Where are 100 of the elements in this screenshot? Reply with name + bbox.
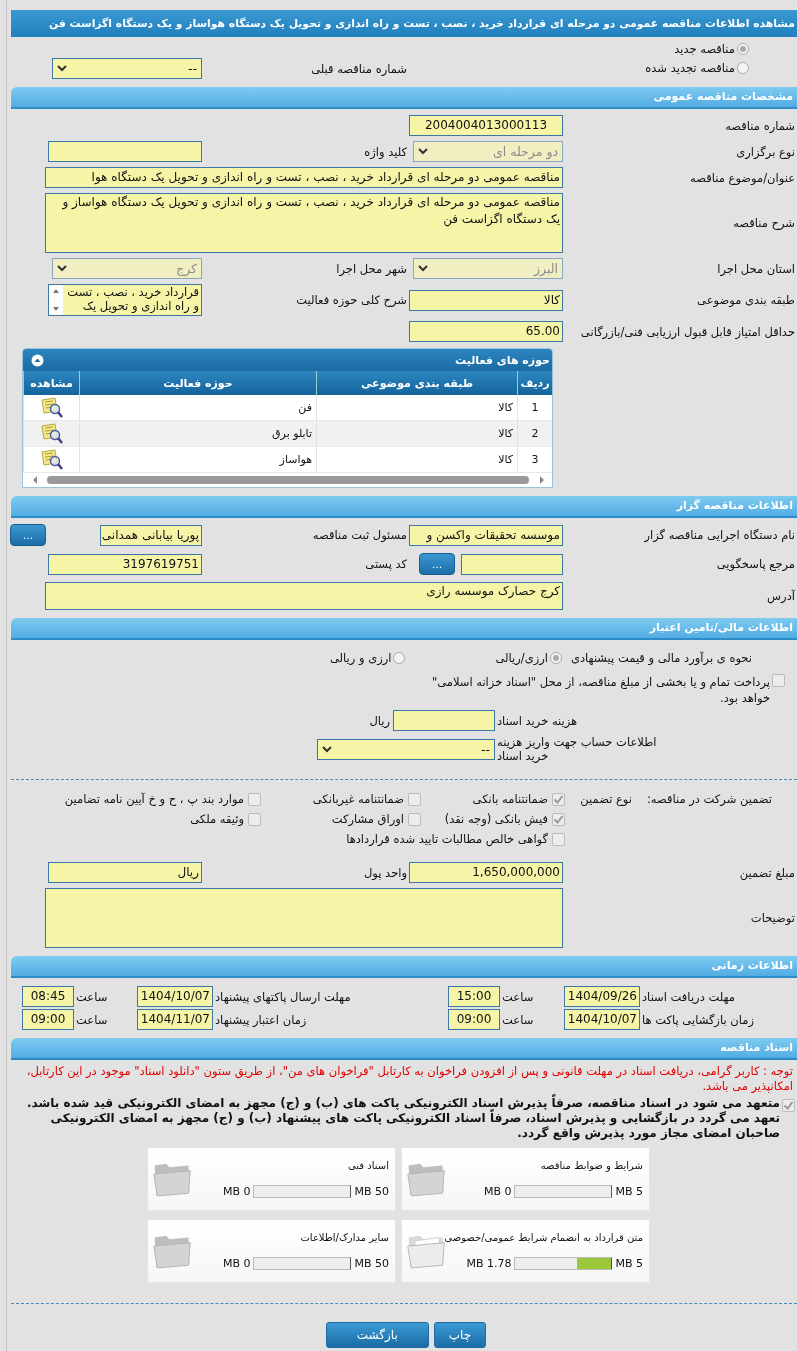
- input-field[interactable]: ریال: [48, 862, 202, 883]
- size-used: 0 MB: [483, 1185, 512, 1198]
- action-button[interactable]: چاپ: [433, 1322, 487, 1348]
- field-label: هزینه خرید اسناد: [496, 713, 579, 728]
- input-field[interactable]: پوریا بیابانی همدانی: [100, 524, 202, 546]
- file-title: شرایط و ضوابط مناقصه: [539, 1160, 643, 1171]
- commitment-text: متعهد می شود در اسناد مناقصه، صرفاً پذیرش اسناد الکترونیکی پاکت های (ب) و (ج) مجهز به امضای الکترونیکی قید شده باشد. تعهد می گردد در بازگشایی و پذیرش اسناد، صرفاً اسناد الکترونیکی پاکت های پیشنهاد (ب) و (ج) مجهز به امضای الکترونیکی صاحبان امضای مجاز مورد پذیرش واقع گردد.: [26, 1096, 780, 1141]
- size-used: 0 MB: [222, 1185, 251, 1198]
- table-cell: 3: [517, 446, 552, 473]
- field-label: زمان اعتبار پیشنهاد: [214, 1012, 308, 1027]
- field-label: ساعت: [501, 989, 535, 1004]
- radio-option[interactable]: مناقصه تجدید شده: [645, 60, 749, 75]
- column-header[interactable]: حوزه فعالیت: [79, 371, 317, 395]
- radio-option[interactable]: مناقصه جدید: [674, 42, 749, 56]
- radio-option[interactable]: ارزی/ریالی: [495, 651, 562, 665]
- field-label: آدرس: [766, 589, 796, 603]
- field-label: مهلت دریافت اسناد: [641, 989, 736, 1004]
- select-field[interactable]: --: [317, 738, 495, 760]
- time-field[interactable]: 15:00: [448, 986, 500, 1007]
- date-field[interactable]: 1404/11/07: [137, 1009, 213, 1030]
- field-label: واحد پول: [362, 865, 408, 880]
- table-cell: تابلو برق: [79, 420, 317, 447]
- field-label: عنوان/موضوع مناقصه: [689, 170, 796, 185]
- action-button[interactable]: بازگشت: [325, 1322, 429, 1348]
- field-label: حداقل امتیاز قابل قبول ارزیابی فنی/بازرگانی: [579, 324, 796, 339]
- text-area[interactable]: مناقصه عمومی دو مرحله ای قرارداد خرید ، نصب ، تست و راه اندازی و تحویل یک دستگاه هواساز و یک دستگاه اگزاست فن: [45, 193, 563, 253]
- size-limit: 5 MB: [615, 1257, 643, 1270]
- notice-text: توجه : کاربر گرامی، دریافت اسناد در مهلت قانونی و پس از افزودن فراخوان به کارتابل "فراخوان های من"، از طریق ستون "دانلود اسناد" موجود در این کارتابل، امکانپذیر می باشد.: [25, 1064, 793, 1094]
- table-cell: کالا: [316, 395, 518, 421]
- field-label: شرح مناقصه: [732, 216, 796, 230]
- field-label: کلید واژه: [363, 144, 408, 159]
- section-header: اسناد مناقصه: [11, 1038, 797, 1060]
- size-used: 0 MB: [222, 1257, 251, 1270]
- field-label: کد پستی: [364, 557, 408, 571]
- time-field[interactable]: 08:45: [22, 986, 74, 1007]
- size-limit: 50 MB: [354, 1185, 389, 1198]
- more-button[interactable]: ...: [419, 553, 455, 575]
- date-field[interactable]: 1404/10/07: [564, 1009, 640, 1030]
- section-header: اطلاعات زمانی: [11, 956, 797, 978]
- field-label: شماره مناقصه: [724, 118, 796, 133]
- field-label: اطلاعات حساب جهت واریز هزینه خرید اسناد: [496, 735, 658, 763]
- field-label: مهلت ارسال پاکتهای پیشنهاد: [214, 989, 352, 1004]
- checkbox-option[interactable]: گواهی خالص مطالبات تایید شده قراردادها: [346, 832, 565, 846]
- table-cell: کالا: [316, 420, 518, 447]
- date-field[interactable]: 1404/10/07: [137, 986, 213, 1007]
- checkbox-option[interactable]: فیش بانکی (وجه نقد): [444, 812, 565, 826]
- column-header[interactable]: طبقه بندی موضوعی: [316, 371, 518, 395]
- more-button[interactable]: ...: [10, 524, 46, 546]
- text-area[interactable]: کرج حصارک موسسه رازی: [45, 582, 563, 610]
- checkbox-option[interactable]: ضمانتنامه بانکی: [472, 792, 565, 806]
- column-header[interactable]: مشاهده: [23, 371, 80, 395]
- size-limit: 5 MB: [615, 1185, 643, 1198]
- input-field[interactable]: 1,650,000,000: [409, 862, 563, 883]
- field-label: شماره مناقصه قبلی: [310, 61, 408, 76]
- input-field[interactable]: 65.00: [409, 321, 563, 342]
- select-field[interactable]: --: [52, 58, 202, 79]
- field-label: شهر محل اجرا: [335, 261, 408, 276]
- field-label: مسئول ثبت مناقصه: [311, 528, 408, 542]
- checkbox-option[interactable]: موارد بند پ ، ح و خ آیین نامه تضامین: [64, 792, 261, 806]
- text-area[interactable]: قرارداد خرید ، نصب ، تست و راه اندازی و تحویل یک: [48, 284, 202, 316]
- checkbox-label: پرداخت تمام و یا بخشی از مبلغ مناقصه، از محل "اسناد خزانه اسلامی" خواهد بود.: [430, 674, 770, 706]
- field-label: ساعت: [75, 989, 109, 1004]
- input-field[interactable]: کالا: [409, 289, 563, 311]
- field-label: نوع برگزاری: [735, 144, 796, 159]
- size-limit: 50 MB: [354, 1257, 389, 1270]
- input-field[interactable]: 2004004013000113: [409, 115, 563, 136]
- section-header: مشخصات مناقصه عمومی: [11, 87, 797, 109]
- field-label: نام دستگاه اجرایی مناقصه گزار: [643, 528, 796, 542]
- section-header: اطلاعات مناقصه گزار: [11, 496, 797, 518]
- field-label: شرح کلی حوزه فعالیت: [295, 293, 408, 307]
- field-label: استان محل اجرا: [716, 261, 796, 276]
- unit-label: ریال: [369, 713, 390, 728]
- checkbox-option[interactable]: وثیقه ملکی: [190, 812, 261, 826]
- field-label: مبلغ تضمین: [738, 865, 796, 880]
- date-field[interactable]: 1404/09/26: [564, 986, 640, 1007]
- table-cell: فن: [79, 395, 317, 421]
- table-cell: کالا: [316, 446, 518, 473]
- section-header: اطلاعات مالی/تامین اعتبار: [11, 618, 797, 640]
- field-label: زمان بازگشایی پاکت ها: [641, 1012, 755, 1027]
- input-field[interactable]: 3197619751: [48, 553, 202, 575]
- panel-title: حوزه های فعالیت: [455, 353, 550, 367]
- input-field[interactable]: مناقصه عمومی دو مرحله ای قرارداد خرید ، نصب ، تست و راه اندازی و تحویل یک دستگاه هوا: [45, 167, 563, 188]
- file-title: اسناد فنی: [347, 1160, 389, 1171]
- table-cell: هواساز: [79, 446, 317, 473]
- table-cell: 2: [517, 420, 552, 447]
- input-field[interactable]: موسسه تحقیقات واکسن و: [409, 524, 563, 546]
- size-used: 1.78 MB: [466, 1257, 512, 1270]
- page-title: مشاهده اطلاعات مناقصه عمومی دو مرحله ای قرارداد خرید ، نصب ، تست و راه اندازی و تحویل یک دستگاه هواساز و یک دستگاه اگزاست فن: [11, 10, 797, 37]
- checkbox-option[interactable]: اوراق مشارکت: [331, 812, 421, 826]
- file-title: سایر مدارک/اطلاعات: [299, 1232, 389, 1243]
- field-label: نحوه ی برآورد مالی و قیمت پیشنهادی: [569, 651, 752, 665]
- table-cell: 1: [517, 395, 552, 421]
- time-field[interactable]: 09:00: [22, 1009, 74, 1030]
- radio-option[interactable]: ارزی و ریالی: [329, 651, 406, 665]
- checkbox-option[interactable]: ضمانتنامه غیربانکی: [312, 792, 421, 806]
- field-label: ساعت: [75, 1012, 109, 1027]
- time-field[interactable]: 09:00: [448, 1009, 500, 1030]
- column-header[interactable]: ردیف: [517, 371, 552, 395]
- field-label: ساعت: [501, 1012, 535, 1027]
- field-label: طبقه بندی موضوعی: [696, 293, 796, 307]
